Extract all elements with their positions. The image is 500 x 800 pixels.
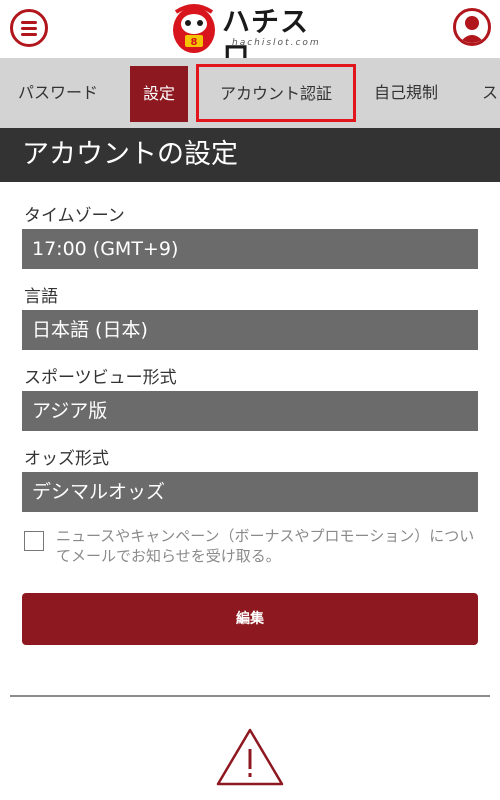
hamburger-menu-icon[interactable] xyxy=(10,9,48,47)
menu-bar xyxy=(21,27,37,30)
user-icon[interactable] xyxy=(453,8,491,46)
tab-password[interactable]: パスワード xyxy=(18,58,98,128)
divider xyxy=(10,695,490,697)
user-silhouette xyxy=(459,16,485,43)
menu-bar xyxy=(21,21,37,24)
settings-tabs: パスワード 設定 アカウント認証 自己規制 ス xyxy=(0,58,500,128)
header: 8 ハチスロ hachislot.com xyxy=(0,0,500,72)
timezone-field[interactable]: 17:00 (GMT+9) xyxy=(22,229,478,269)
language-field[interactable]: 日本語 (日本) xyxy=(22,310,478,350)
tab-account-verification[interactable]: アカウント認証 xyxy=(196,64,356,122)
logo-subtext: hachislot.com xyxy=(232,38,321,48)
odds-format-label: オッズ形式 xyxy=(24,449,109,469)
daruma-mascot-icon: 8 xyxy=(173,4,215,53)
tab-settings[interactable]: 設定 xyxy=(130,66,188,122)
timezone-label: タイムゾーン xyxy=(24,206,125,226)
logo[interactable]: 8 ハチスロ hachislot.com xyxy=(170,2,330,72)
page-title: アカウントの設定 xyxy=(0,128,500,182)
warning-icon xyxy=(216,728,284,786)
svg-text:8: 8 xyxy=(191,37,198,48)
tab-overflow[interactable]: ス xyxy=(482,58,498,128)
newsletter-checkbox[interactable] xyxy=(24,531,44,551)
odds-format-field[interactable]: デシマルオッズ xyxy=(22,472,478,512)
language-label: 言語 xyxy=(24,287,58,307)
edit-button[interactable]: 編集 xyxy=(22,593,478,645)
sports-view-label: スポーツビュー形式 xyxy=(24,368,177,388)
tab-self-restriction[interactable]: 自己規制 xyxy=(374,58,438,128)
menu-bar xyxy=(21,33,37,36)
newsletter-label: ニュースやキャンペーン（ボーナスやプロモーション）についてメールでお知らせを受け… xyxy=(56,527,475,565)
sports-view-field[interactable]: アジア版 xyxy=(22,391,478,431)
